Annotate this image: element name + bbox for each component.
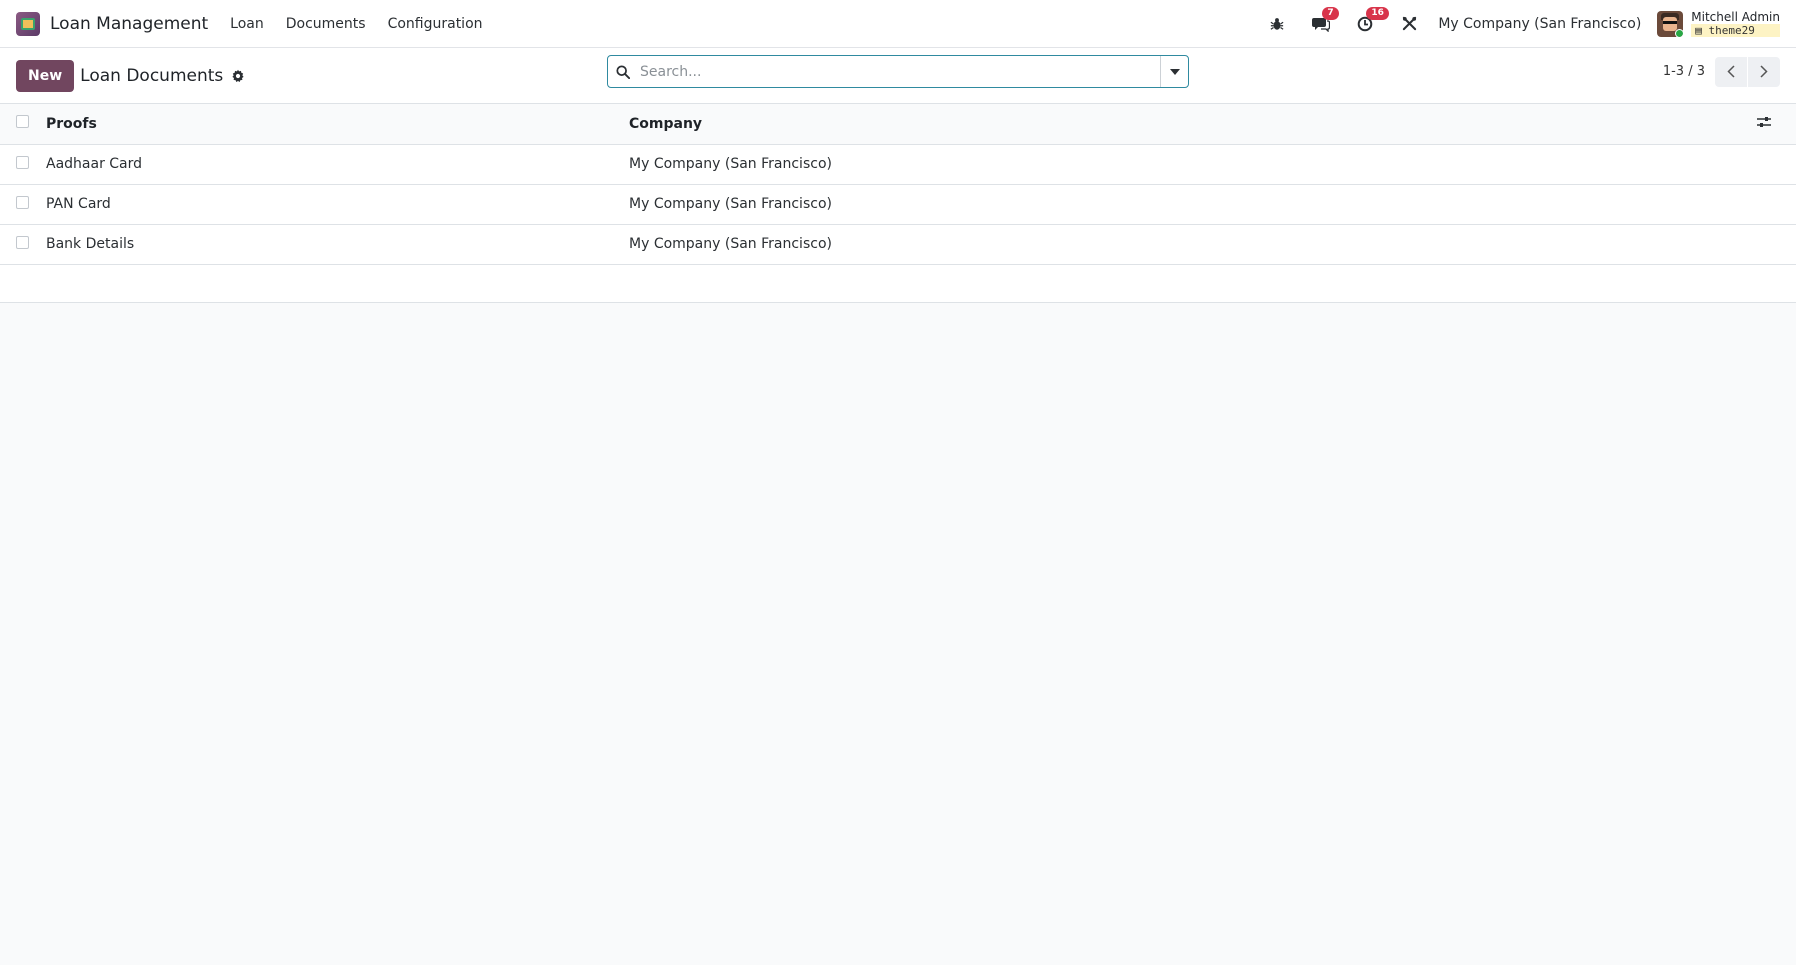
- activities-badge: 16: [1366, 6, 1389, 20]
- table-footer-row: [0, 264, 1796, 303]
- pager-value[interactable]: 1-3 / 3: [1663, 64, 1705, 79]
- database-name: ▤ theme29: [1691, 23, 1780, 37]
- chevron-right-icon: [1760, 65, 1768, 78]
- optional-columns-cell: [1756, 104, 1796, 145]
- table-row[interactable]: Aadhaar Card My Company (San Francisco): [0, 144, 1796, 185]
- database-icon: ▤: [1695, 23, 1709, 37]
- column-header-proofs[interactable]: Proofs: [45, 104, 628, 145]
- select-all-cell: [0, 104, 45, 145]
- search-icon: [608, 56, 638, 87]
- messages-button[interactable]: 7: [1310, 6, 1339, 35]
- app-name[interactable]: Loan Management: [50, 14, 208, 34]
- documents-list: Proofs Company Aadhaar Card My Company (…: [0, 104, 1796, 303]
- new-button[interactable]: New: [16, 59, 75, 92]
- avatar: [1657, 10, 1684, 37]
- column-header-company[interactable]: Company: [628, 104, 1756, 145]
- row-checkbox[interactable]: [16, 235, 29, 249]
- cell-company: My Company (San Francisco): [628, 184, 1756, 225]
- table-row[interactable]: PAN Card My Company (San Francisco): [0, 184, 1796, 225]
- cell-company: My Company (San Francisco): [628, 224, 1756, 265]
- row-checkbox[interactable]: [16, 155, 29, 169]
- pager-previous-button[interactable]: [1715, 56, 1747, 87]
- app-menu-icon[interactable]: [16, 11, 40, 36]
- chevron-left-icon: [1727, 65, 1735, 78]
- caret-down-icon: [1169, 68, 1180, 75]
- top-navbar: Loan Management Loan Documents Configura…: [0, 0, 1796, 48]
- table-row[interactable]: Bank Details My Company (San Francisco): [0, 224, 1796, 265]
- menu-item-loan[interactable]: Loan: [230, 16, 264, 32]
- tools-icon: [1402, 16, 1416, 31]
- cell-proof: Aadhaar Card: [45, 144, 628, 185]
- table-header-row: Proofs Company: [0, 104, 1796, 145]
- search-options-toggle[interactable]: [1160, 56, 1188, 87]
- user-menu[interactable]: Mitchell Admin ▤ theme29: [1657, 9, 1780, 37]
- search-input[interactable]: [638, 56, 1160, 87]
- search-bar: [607, 55, 1189, 88]
- messages-badge: 7: [1322, 6, 1339, 20]
- systray: 7 16 My Company (San Francisco) Mitchell: [1244, 6, 1780, 37]
- bug-icon: [1270, 17, 1284, 30]
- actions-gear-button[interactable]: [231, 69, 245, 83]
- menu-item-documents[interactable]: Documents: [286, 16, 366, 32]
- pager-next-button[interactable]: [1748, 56, 1780, 87]
- cell-proof: Bank Details: [45, 224, 628, 265]
- company-switcher[interactable]: My Company (San Francisco): [1438, 16, 1641, 32]
- debug-button[interactable]: [1266, 13, 1288, 35]
- menu-item-configuration[interactable]: Configuration: [388, 16, 483, 32]
- cell-company: My Company (San Francisco): [628, 144, 1756, 185]
- user-name: Mitchell Admin: [1691, 9, 1780, 24]
- activities-button[interactable]: 16: [1354, 6, 1389, 35]
- settings-tools-button[interactable]: [1398, 13, 1420, 35]
- pager: 1-3 / 3: [1663, 55, 1780, 88]
- page-title: Loan Documents: [80, 65, 224, 86]
- row-checkbox[interactable]: [16, 195, 29, 209]
- gear-icon: [232, 69, 244, 82]
- column-settings-icon[interactable]: [1757, 116, 1771, 128]
- select-all-checkbox[interactable]: [16, 115, 29, 129]
- cell-proof: PAN Card: [45, 184, 628, 225]
- online-status-dot: [1675, 28, 1684, 37]
